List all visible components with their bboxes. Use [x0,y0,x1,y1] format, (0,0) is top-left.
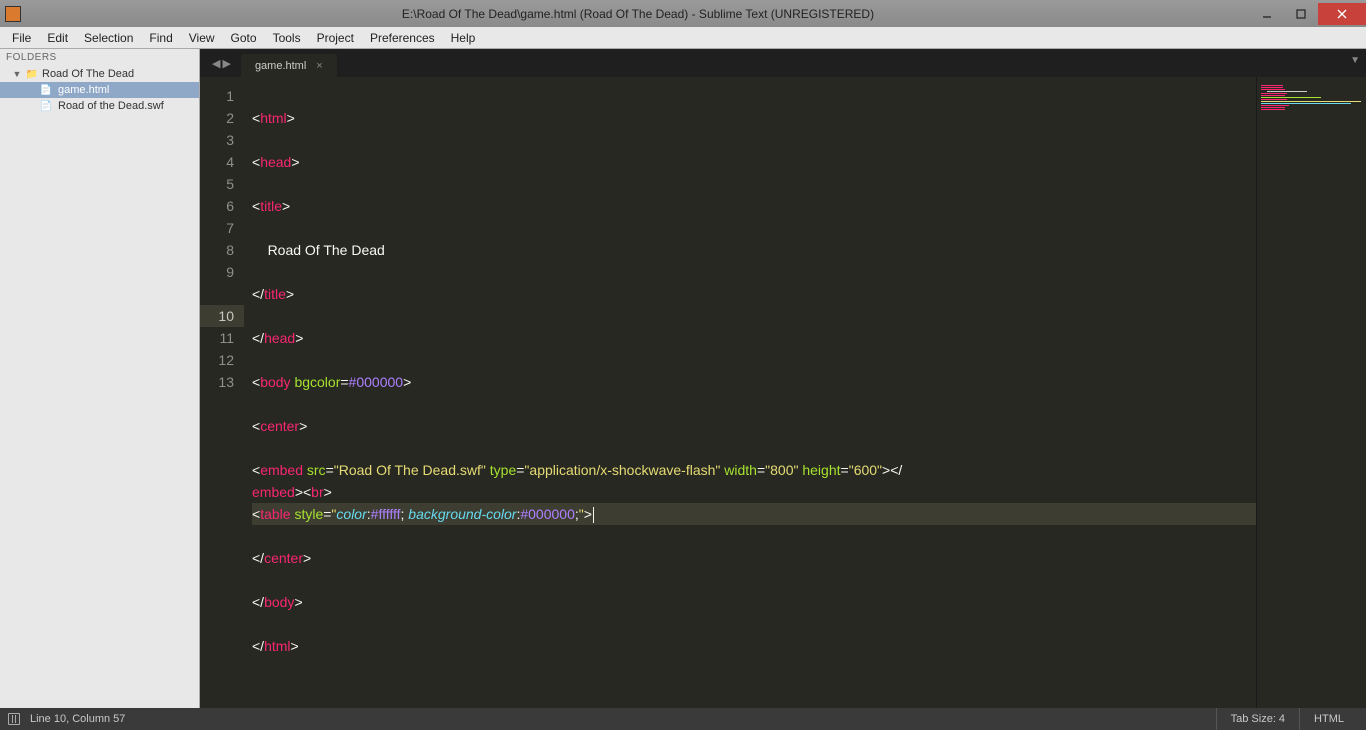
sidebar-header: FOLDERS [0,49,199,66]
line-number: 10 [200,305,244,327]
sidebar-file-swf[interactable]: 📄 Road of the Dead.swf [0,98,199,114]
menu-tools[interactable]: Tools [265,29,309,47]
status-tab-size[interactable]: Tab Size: 4 [1216,708,1299,730]
editor[interactable]: 123456789 10111213 <html> <head> <title>… [200,77,1366,708]
gutter: 123456789 10111213 [200,77,244,708]
line-number: 3 [200,129,234,151]
statusbar: Line 10, Column 57 Tab Size: 4 HTML [0,708,1366,730]
line-number: 9 [200,261,234,283]
sidebar: FOLDERS ▼ 📁 Road Of The Dead 📄 game.html… [0,49,200,708]
line-number: 5 [200,173,234,195]
tab-game-html[interactable]: game.html × [241,54,337,77]
code-line: <body bgcolor=#000000> [252,371,1256,393]
menu-help[interactable]: Help [443,29,484,47]
file-label: Road of the Dead.swf [58,100,164,112]
code-line: <title> [252,195,1256,217]
minimap[interactable] [1256,77,1366,708]
tab-history-back-icon[interactable]: ◀ [212,57,220,70]
window-minimize-button[interactable] [1250,3,1284,25]
code-area[interactable]: <html> <head> <title> Road Of The Dead <… [244,77,1256,708]
menu-edit[interactable]: Edit [39,29,76,47]
code-line: </html> [252,635,1256,657]
file-icon: 📄 [40,100,52,112]
line-number: 4 [200,151,234,173]
folder-icon: 📁 [26,68,38,80]
tab-history-forward-icon[interactable]: ▶ [222,57,230,70]
window-titlebar: E:\Road Of The Dead\game.html (Road Of T… [0,0,1366,27]
folder-toggle-icon[interactable]: ▼ [12,69,22,79]
menu-file[interactable]: File [4,29,39,47]
menu-view[interactable]: View [181,29,223,47]
tabbar: ◀ ▶ game.html × ▼ [200,49,1366,77]
code-line: <head> [252,151,1256,173]
folder-label: Road Of The Dead [42,68,134,80]
tab-close-icon[interactable]: × [316,60,322,72]
code-line: </body> [252,591,1256,613]
panel-switcher-icon[interactable] [8,713,20,725]
code-line: <embed src="Road Of The Dead.swf" type="… [252,459,1256,481]
menu-preferences[interactable]: Preferences [362,29,443,47]
app-icon [5,6,21,22]
status-syntax[interactable]: HTML [1299,708,1358,730]
sidebar-folder[interactable]: ▼ 📁 Road Of The Dead [0,66,199,82]
window-maximize-button[interactable] [1284,3,1318,25]
tab-dropdown-icon[interactable]: ▼ [1350,55,1360,66]
menu-selection[interactable]: Selection [76,29,141,47]
code-line: </head> [252,327,1256,349]
sidebar-file-game[interactable]: 📄 game.html [0,82,199,98]
line-number: 2 [200,107,234,129]
window-close-button[interactable] [1318,3,1366,25]
line-number: 7 [200,217,234,239]
line-number: 6 [200,195,234,217]
code-line: </title> [252,283,1256,305]
code-line: <html> [252,107,1256,129]
line-number: 8 [200,239,234,261]
menu-goto[interactable]: Goto [223,29,265,47]
menu-project[interactable]: Project [309,29,362,47]
line-number: 13 [200,371,234,393]
file-icon: 📄 [40,84,52,96]
code-line: Road Of The Dead [252,239,1256,261]
code-line: </center> [252,547,1256,569]
line-number: 11 [200,327,234,349]
line-number: 12 [200,349,234,371]
text-cursor [593,507,594,523]
file-label: game.html [58,84,109,96]
menubar: File Edit Selection Find View Goto Tools… [0,27,1366,49]
window-title: E:\Road Of The Dead\game.html (Road Of T… [26,7,1250,21]
code-line-current: <table style="color:#ffffff; background-… [252,503,1256,525]
menu-find[interactable]: Find [141,29,180,47]
tab-label: game.html [255,60,306,72]
line-number: 1 [200,85,234,107]
code-line: <center> [252,415,1256,437]
status-position[interactable]: Line 10, Column 57 [30,713,125,725]
